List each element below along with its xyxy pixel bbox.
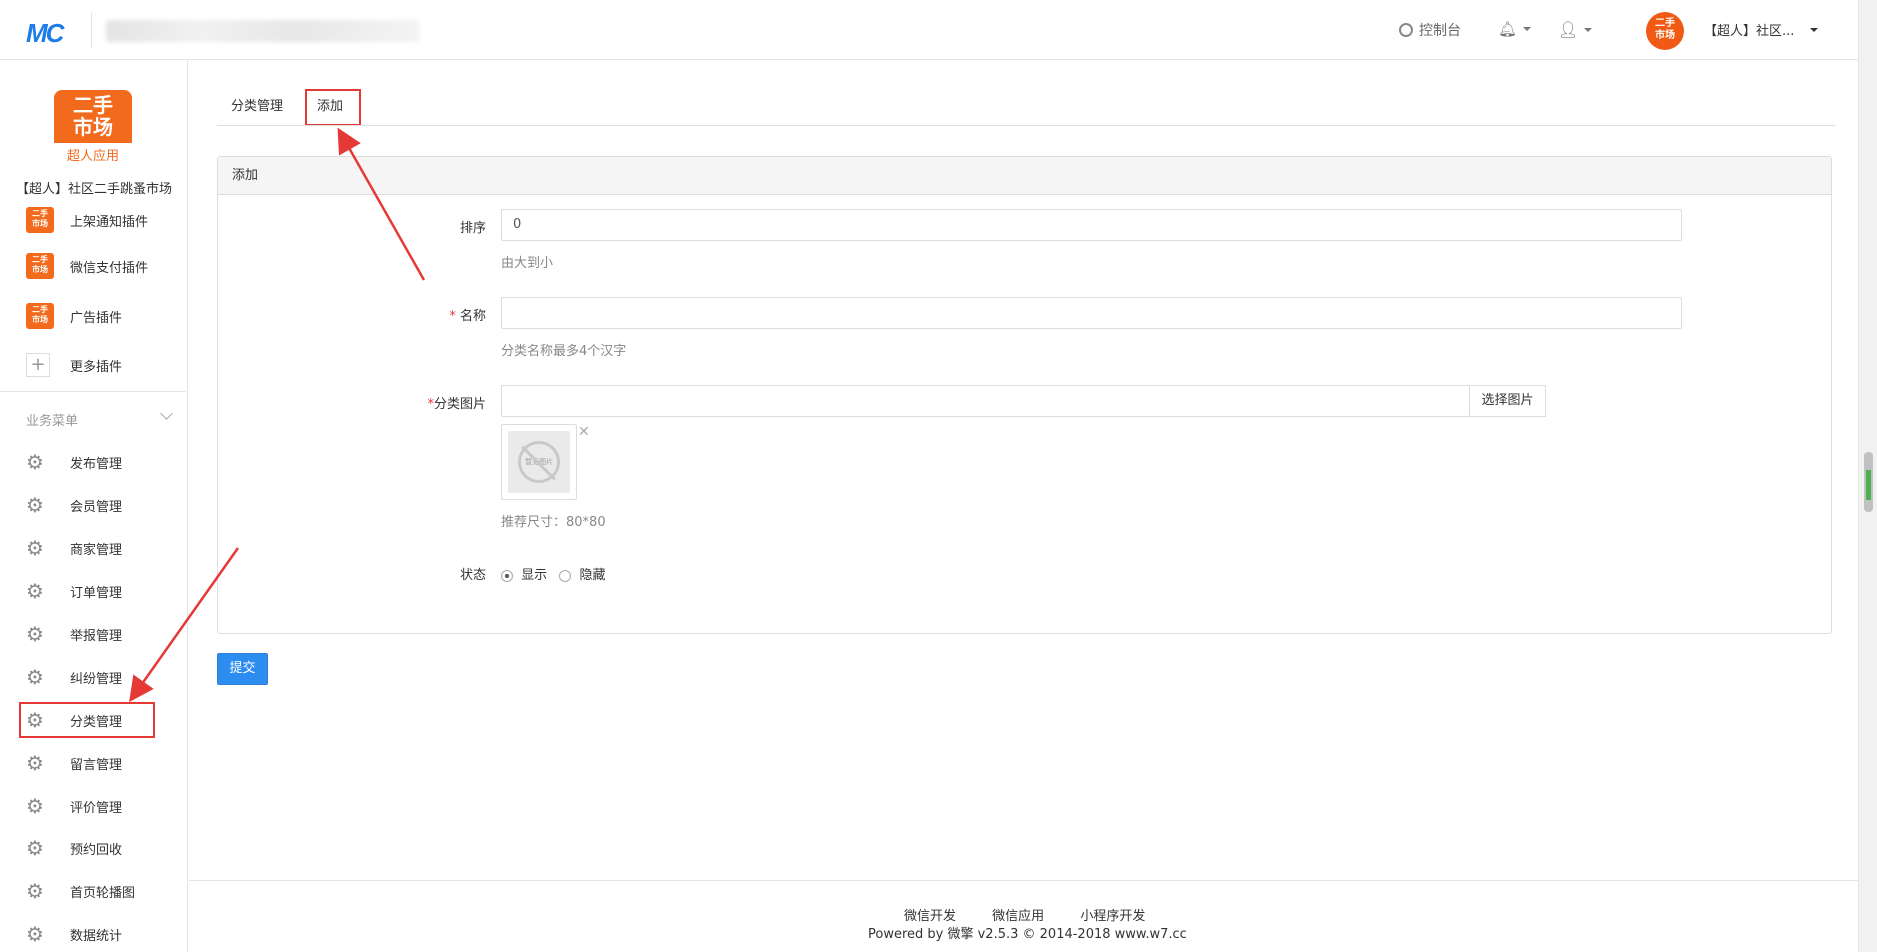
- footer-links: 微信开发 微信应用 小程序开发: [904, 905, 1177, 924]
- page-scrollbar[interactable]: [1858, 0, 1877, 952]
- scrollbar-indicator: [1866, 470, 1871, 500]
- footer-link-wechat-apps[interactable]: 微信应用: [992, 909, 1044, 924]
- footer-copyright: Powered by 微擎 v2.5.3 © 2014-2018 www.w7.…: [868, 927, 1187, 942]
- footer-divider: [189, 880, 1858, 881]
- footer-link-wechat-dev[interactable]: 微信开发: [904, 909, 956, 924]
- footer-link-miniprogram[interactable]: 小程序开发: [1080, 909, 1145, 924]
- arrow-to-categories: [129, 547, 240, 703]
- arrow-to-add-tab: [337, 127, 426, 281]
- annotation-arrows: [129, 127, 426, 703]
